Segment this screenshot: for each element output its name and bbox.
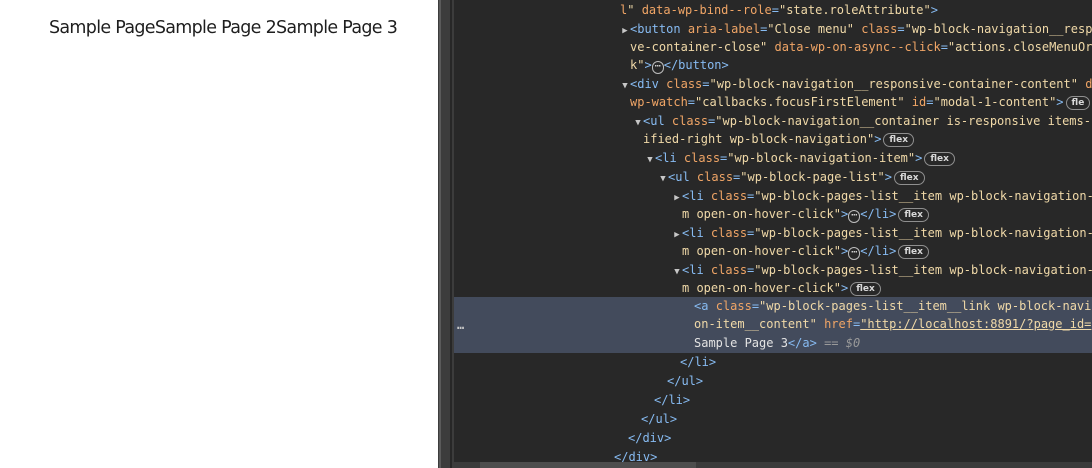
collapse-triangle-icon[interactable]: ▼ <box>672 263 682 282</box>
expand-triangle-icon[interactable]: ▶ <box>672 189 682 208</box>
panel-splitter[interactable] <box>438 0 454 468</box>
href-link[interactable]: "http://localhost:8891/?page_id= <box>860 317 1091 331</box>
more-actions-icon[interactable]: … <box>457 316 464 335</box>
selected-node-highlight[interactable]: … <a class="wp-block-pages-list__item__l… <box>454 297 1092 353</box>
flex-badge[interactable]: fle <box>1065 96 1091 110</box>
nav-link-sample-page-2[interactable]: Sample Page 2 <box>155 18 277 38</box>
dom-line: on-item__content" href="http://localhost… <box>694 317 1092 331</box>
collapse-triangle-icon[interactable]: ▼ <box>658 170 668 189</box>
dom-close-tag: </div> <box>628 431 672 445</box>
horizontal-scrollbar[interactable] <box>454 462 1092 468</box>
expand-triangle-icon[interactable]: ▶ <box>620 22 630 41</box>
dom-line: l" data-wp-bind--role="state.roleAttribu… <box>620 3 938 17</box>
dom-line: ve-container-close" data-wp-on-async--cl… <box>630 40 1092 54</box>
collapse-triangle-icon[interactable]: ▼ <box>633 114 643 133</box>
flex-badge[interactable]: flex <box>883 133 915 147</box>
dom-line: wp-watch="callbacks.focusFirstElement" i… <box>630 93 1091 112</box>
dom-line: k"> ⋯ </button> <box>630 58 729 74</box>
flex-badge[interactable]: flex <box>894 171 925 185</box>
dom-node-ul[interactable]: ▼ <ul class="wp-block-navigation__contain… <box>633 112 1091 131</box>
dom-close-tag: </ul> <box>667 374 704 388</box>
dom-node-div[interactable]: ▼ <div class="wp-block-navigation__respon… <box>620 75 1092 94</box>
dom-close-tag: </li> <box>654 393 691 407</box>
dom-node-ul[interactable]: ▼ <ul class="wp-block-page-list"> flex <box>658 168 925 187</box>
flex-badge[interactable]: flex <box>898 245 929 259</box>
dom-close-tag: </li> <box>680 355 717 369</box>
flex-badge[interactable]: flex <box>898 208 929 222</box>
nav-link-sample-page[interactable]: Sample Page <box>49 18 156 38</box>
site-navigation: Sample PageSample Page 2Sample Page 3 <box>49 18 398 38</box>
page-preview: Sample PageSample Page 2Sample Page 3 <box>0 0 438 468</box>
dom-node-li[interactable]: ▼ <li class="wp-block-pages-list__item wp… <box>672 261 1092 280</box>
collapse-triangle-icon[interactable]: ▼ <box>645 151 655 170</box>
collapse-triangle-icon[interactable]: ▼ <box>620 77 630 96</box>
scrollbar-thumb[interactable] <box>480 462 696 468</box>
dom-line: m open-on-hover-click"> ⋯ </li> flex <box>682 205 929 224</box>
dom-node-a: <a class="wp-block-pages-list__item__lin… <box>694 299 1092 313</box>
dom-line: ified-right wp-block-navigation"> flex <box>643 130 915 149</box>
dom-line: Sample Page 3</a> == $0 <box>694 336 861 350</box>
dom-node-li[interactable]: ▶ <li class="wp-block-pages-list__item wp… <box>672 187 1092 206</box>
collapsed-content-icon[interactable]: ⋯ <box>651 61 664 74</box>
dom-node-li[interactable]: ▶ <li class="wp-block-pages-list__item wp… <box>672 224 1092 243</box>
dom-line: m open-on-hover-click"> ⋯ </li> flex <box>682 242 929 261</box>
dom-node-button[interactable]: ▶ <button aria-label="Close menu" class="… <box>620 20 1092 39</box>
collapsed-content-icon[interactable]: ⋯ <box>848 210 861 223</box>
dom-node-li[interactable]: ▼ <li class="wp-block-navigation-item"> fl… <box>645 149 955 168</box>
nav-link-sample-page-3[interactable]: Sample Page 3 <box>276 18 398 38</box>
collapsed-content-icon[interactable]: ⋯ <box>848 247 861 260</box>
devtools-elements-panel: l" data-wp-bind--role="state.roleAttribu… <box>454 0 1092 468</box>
expand-triangle-icon[interactable]: ▶ <box>672 226 682 245</box>
flex-badge[interactable]: flex <box>850 282 881 296</box>
dom-close-tag: </ul> <box>641 412 678 426</box>
dom-line: m open-on-hover-click"> flex <box>682 279 881 298</box>
flex-badge[interactable]: flex <box>924 152 955 166</box>
